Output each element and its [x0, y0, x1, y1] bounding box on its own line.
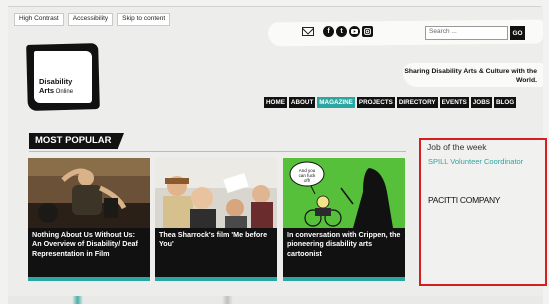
popular-card-3[interactable]: And you can fuck off! In conversation wi… [283, 158, 405, 281]
social-icons: f t [302, 26, 373, 37]
nav-events[interactable]: EVENTS [439, 97, 469, 108]
nav-about[interactable]: ABOUT [288, 97, 316, 108]
job-of-week-title: Job of the week [427, 142, 487, 152]
nav-directory[interactable]: DIRECTORY [396, 97, 438, 108]
nav-projects[interactable]: PROJECTS [356, 97, 395, 108]
popular-card-1[interactable]: Nothing About Us Without Us: An Overview… [28, 158, 150, 281]
nav-magazine[interactable]: MAGAZINE [317, 97, 355, 108]
most-popular-divider [29, 151, 406, 152]
main-nav: HOME ABOUT MAGAZINE PROJECTS DIRECTORY E… [264, 97, 517, 108]
facebook-icon[interactable]: f [323, 26, 334, 37]
popular-card-2[interactable]: Thea Sharrock's film 'Me before You' [155, 158, 277, 281]
top-divider [8, 6, 541, 7]
instagram-icon[interactable] [362, 26, 373, 37]
bottom-brush-strip [8, 296, 543, 304]
logo-line1: Disability [39, 77, 73, 86]
card-3-image: And you can fuck off! [283, 158, 405, 228]
high-contrast-link[interactable]: High Contrast [14, 13, 64, 26]
nav-home[interactable]: HOME [264, 97, 287, 108]
nav-blog[interactable]: BLOG [493, 97, 517, 108]
search-go-button[interactable]: GO [510, 26, 525, 40]
job-link[interactable]: SPILL Volunteer Coordinator [428, 157, 523, 166]
accessibility-link[interactable]: Accessibility [67, 13, 114, 26]
card-1-image [28, 158, 150, 228]
job-organisation[interactable]: PACITTI COMPANY [428, 195, 500, 205]
mail-icon[interactable] [302, 27, 314, 36]
logo-line2: Arts Online [39, 86, 74, 95]
accessibility-links: High Contrast Accessibility Skip to cont… [14, 13, 171, 26]
youtube-icon[interactable] [349, 26, 360, 37]
nav-jobs[interactable]: JOBS [470, 97, 492, 108]
search-input[interactable]: Search ... [425, 26, 508, 40]
card-2-caption[interactable]: Thea Sharrock's film 'Me before You' [155, 228, 277, 278]
card-2-accent [155, 277, 277, 281]
skip-to-content-link[interactable]: Skip to content [117, 13, 171, 26]
card-3-accent [283, 277, 405, 281]
site-tagline: Sharing Disability Arts & Culture with t… [404, 68, 537, 85]
card-3-caption[interactable]: In conversation with Crippen, the pionee… [283, 228, 405, 278]
most-popular-heading: MOST POPULAR [29, 133, 124, 149]
card-2-image [155, 158, 277, 228]
twitter-icon[interactable]: t [336, 26, 347, 37]
card-1-caption[interactable]: Nothing About Us Without Us: An Overview… [28, 228, 150, 278]
card-1-accent [28, 277, 150, 281]
speech-bubble-line3: off! [304, 178, 310, 183]
